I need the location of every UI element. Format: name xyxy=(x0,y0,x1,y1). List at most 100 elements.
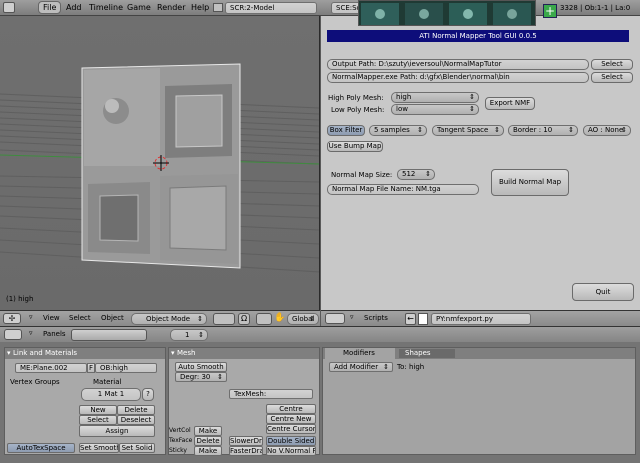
script-header: ▿ Scripts ← PY:nmfexport.py xyxy=(321,310,640,326)
link-materials-header[interactable]: Link and Materials xyxy=(5,348,165,359)
fake-user-button[interactable]: F xyxy=(87,363,95,373)
menu-object[interactable]: Object xyxy=(101,314,124,322)
thumbnail-strip-icon xyxy=(361,3,531,25)
hand-icon[interactable]: ✋ xyxy=(274,313,286,325)
vertcol-label: VertCol xyxy=(169,427,191,434)
material-help-button[interactable]: ? xyxy=(142,388,154,401)
map-size-label: Normal Map Size: xyxy=(331,171,393,179)
python-window-icon[interactable] xyxy=(325,313,345,324)
high-poly-label: High Poly Mesh: xyxy=(328,94,384,102)
draw-type-icon[interactable] xyxy=(213,313,235,325)
object-name-field[interactable]: OB:high xyxy=(95,363,157,373)
script-file-field[interactable]: PY:nmfexport.py xyxy=(431,313,531,325)
mesh-header[interactable]: Mesh xyxy=(169,348,319,359)
menu-file[interactable]: File xyxy=(38,1,62,14)
texmesh-field[interactable]: TexMesh: xyxy=(229,389,313,399)
tangent-space-dropdown[interactable]: Tangent Space xyxy=(432,125,504,136)
script-title: ATI Normal Mapper Tool GUI 0.0.5 xyxy=(419,32,537,40)
centre-cursor-button[interactable]: Centre Cursor xyxy=(266,424,316,434)
menu-timeline[interactable]: Timeline xyxy=(89,3,123,12)
window-type-icon[interactable]: ✢ xyxy=(3,313,21,324)
export-nmf-button[interactable]: Export NMF xyxy=(485,97,535,110)
autotexspace-toggle[interactable]: AutoTexSpace xyxy=(7,443,75,453)
collapse-icon[interactable]: ▿ xyxy=(29,329,33,337)
scene-field[interactable]: SCE:Sc xyxy=(331,2,361,14)
mesh-panel: Mesh Auto Smooth Degr: 30 TexMesh: Centr… xyxy=(168,347,320,456)
scene-thumbnails xyxy=(358,0,536,26)
delete-material-button[interactable]: Delete xyxy=(117,405,155,415)
faster-draw-button[interactable]: FasterDra xyxy=(229,446,263,456)
slower-draw-button[interactable]: SlowerDra xyxy=(229,436,263,446)
set-solid-button[interactable]: Set Solid xyxy=(119,443,155,453)
mesh-name-field[interactable]: ME:Plane.002 xyxy=(15,363,87,373)
back-arrow-icon[interactable]: ← xyxy=(405,313,416,325)
snap-icon[interactable] xyxy=(256,313,272,325)
menu-select[interactable]: Select xyxy=(69,314,91,322)
menu-render[interactable]: Render xyxy=(157,3,185,12)
screen-browse-icon[interactable] xyxy=(213,3,223,12)
script-panel: ATI Normal Mapper Tool GUI 0.0.5 Output … xyxy=(321,16,640,310)
menu-scripts[interactable]: Scripts xyxy=(364,314,388,322)
vertcol-make-button[interactable]: Make xyxy=(194,426,222,436)
menu-help[interactable]: Help xyxy=(191,3,209,12)
collapse-icon[interactable]: ▿ xyxy=(29,313,33,321)
page-icon[interactable] xyxy=(418,313,428,325)
menu-view[interactable]: View xyxy=(43,314,60,322)
build-normal-map-button[interactable]: Build Normal Map xyxy=(491,169,569,196)
file-name-field[interactable]: Normal Map File Name: NM.tga xyxy=(327,184,479,195)
high-poly-dropdown[interactable]: high xyxy=(391,92,479,103)
auto-smooth-toggle[interactable]: Auto Smooth xyxy=(175,362,227,372)
use-bump-map-toggle[interactable]: Use Bump Map xyxy=(327,141,383,152)
menu-game[interactable]: Game xyxy=(127,3,151,12)
exe-path-field[interactable]: NormalMapper.exe Path: d:\gfx\Blender\no… xyxy=(327,72,589,83)
quit-button[interactable]: Quit xyxy=(572,283,634,301)
select-output-button[interactable]: Select xyxy=(591,59,633,70)
degr-field[interactable]: Degr: 30 xyxy=(175,372,227,382)
assign-material-button[interactable]: Assign xyxy=(79,425,155,437)
low-poly-dropdown[interactable]: low xyxy=(391,104,479,115)
samples-dropdown[interactable]: 5 samples xyxy=(369,125,427,136)
set-smooth-button[interactable]: Set Smooth xyxy=(79,443,119,453)
context-icons[interactable] xyxy=(71,329,147,341)
box-filter-toggle[interactable]: Box Filter xyxy=(327,125,365,136)
magnet-icon[interactable]: Ω xyxy=(238,313,250,325)
screen-field[interactable]: SCR:2-Model xyxy=(225,2,317,14)
buttons-header: ▿ Panels 1 xyxy=(0,326,640,342)
orientation-dropdown[interactable]: Global xyxy=(287,313,319,325)
tab-shapes[interactable]: Shapes xyxy=(399,349,455,358)
collapse-icon[interactable]: ▿ xyxy=(350,313,354,321)
ao-dropdown[interactable]: AO : None xyxy=(583,125,631,136)
script-title-bar: ATI Normal Mapper Tool GUI 0.0.5 xyxy=(327,30,629,42)
sticky-label: Sticky xyxy=(169,447,187,454)
3d-viewport[interactable]: (1) high xyxy=(0,16,320,310)
menu-add[interactable]: Add xyxy=(66,3,82,12)
tab-modifiers[interactable]: Modifiers xyxy=(325,348,395,359)
material-label: Material xyxy=(93,378,122,386)
select-material-button[interactable]: Select xyxy=(79,415,117,425)
texface-delete-button[interactable]: Delete xyxy=(194,436,222,446)
add-modifier-dropdown[interactable]: Add Modifier xyxy=(329,362,393,372)
new-material-button[interactable]: New xyxy=(79,405,117,415)
window-type-icon[interactable] xyxy=(3,2,15,13)
buttons-window-icon[interactable] xyxy=(4,329,22,340)
mode-dropdown[interactable]: Object Mode xyxy=(131,313,207,325)
add-scene-icon[interactable]: + xyxy=(543,4,557,18)
centre-button[interactable]: Centre xyxy=(266,404,316,414)
map-size-dropdown[interactable]: 512 xyxy=(397,169,435,180)
top-header: File Add Timeline Game Render Help SCR:2… xyxy=(0,0,640,26)
modifiers-panel: Modifiers Shapes Add Modifier To: high xyxy=(322,347,636,455)
frame-dropdown[interactable]: 1 xyxy=(170,329,208,341)
select-exe-button[interactable]: Select xyxy=(591,72,633,83)
no-v-normal-flip-toggle[interactable]: No V.Normal Fli xyxy=(266,446,316,456)
buttons-area: Link and Materials ME:Plane.002 F OB:hig… xyxy=(0,342,640,463)
sticky-make-button[interactable]: Make xyxy=(194,446,222,456)
double-sided-toggle[interactable]: Double Sided xyxy=(266,436,316,446)
deselect-material-button[interactable]: Deselect xyxy=(117,415,155,425)
border-dropdown[interactable]: Border : 10 xyxy=(508,125,578,136)
scene-stats: 3328 | Ob:1-1 | La:0 xyxy=(560,4,631,12)
vertex-groups-label: Vertex Groups xyxy=(10,378,60,386)
centre-new-button[interactable]: Centre New xyxy=(266,414,316,424)
output-path-field[interactable]: Output Path: D:\szuty\ieversoul\NormalMa… xyxy=(327,59,589,70)
material-index-field[interactable]: 1 Mat 1 xyxy=(81,388,141,401)
panels-label: Panels xyxy=(43,330,66,338)
